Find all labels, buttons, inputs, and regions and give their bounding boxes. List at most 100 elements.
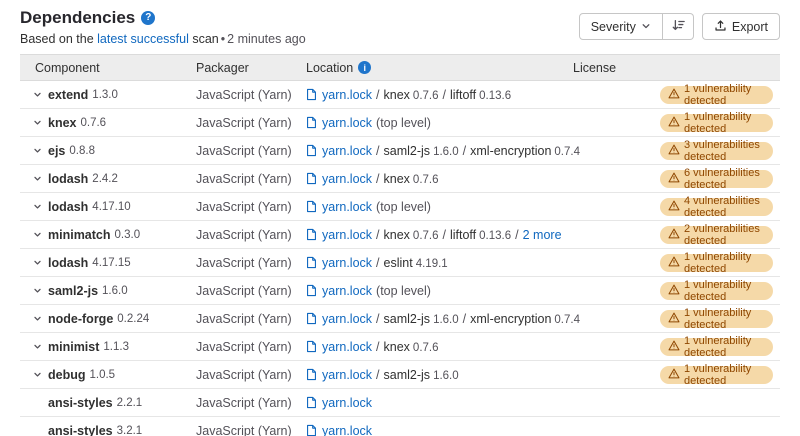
- packager-cell: JavaScript (Yarn): [196, 256, 306, 270]
- column-header-component[interactable]: Component: [20, 61, 196, 75]
- badge-cell: 1 vulnerability detected: [660, 310, 780, 328]
- path-dependency-name: knex: [384, 228, 410, 242]
- table-row: lodash 4.17.10 JavaScript (Yarn) yarn.lo…: [20, 193, 780, 221]
- location-file-link[interactable]: yarn.lock: [322, 312, 372, 326]
- chevron-down-icon[interactable]: [33, 314, 42, 323]
- vulnerability-badge[interactable]: 1 vulnerability detected: [660, 366, 773, 384]
- warning-triangle-icon: [668, 144, 680, 158]
- more-locations-link[interactable]: 2 more: [523, 228, 562, 242]
- path-dependency-name: knex: [384, 172, 410, 186]
- path-separator: /: [376, 312, 379, 326]
- packager-cell: JavaScript (Yarn): [196, 228, 306, 242]
- location-file-link[interactable]: yarn.lock: [322, 340, 372, 354]
- packager-cell: JavaScript (Yarn): [196, 200, 306, 214]
- file-icon: [306, 340, 317, 353]
- vulnerability-badge[interactable]: 1 vulnerability detected: [660, 86, 773, 104]
- packager-cell: JavaScript (Yarn): [196, 312, 306, 326]
- table-row: lodash 2.4.2 JavaScript (Yarn) yarn.lock…: [20, 165, 780, 193]
- location-file-link[interactable]: yarn.lock: [322, 144, 372, 158]
- component-cell: ansi-styles 3.2.1: [20, 424, 196, 436]
- location-file-link[interactable]: yarn.lock: [322, 424, 372, 436]
- badge-cell: 1 vulnerability detected: [660, 338, 780, 356]
- component-cell: ejs 0.8.8: [20, 144, 196, 158]
- warning-triangle-icon: [668, 172, 680, 186]
- scan-subtitle: Based on the latest successful scan•2 mi…: [20, 31, 306, 47]
- location-file-link[interactable]: yarn.lock: [322, 256, 372, 270]
- chevron-down-icon[interactable]: [33, 230, 42, 239]
- vulnerability-badge[interactable]: 4 vulnerabilities detected: [660, 198, 773, 216]
- component-cell: ansi-styles 2.2.1: [20, 396, 196, 410]
- location-cell: yarn.lock /eslint4.19.1: [306, 256, 573, 270]
- location-cell: yarn.lock /saml2-js1.6.0/xml-encryption0…: [306, 312, 573, 326]
- component-name: ansi-styles: [48, 424, 113, 436]
- component-name: saml2-js: [48, 284, 98, 298]
- file-icon: [306, 200, 317, 213]
- location-file-link[interactable]: yarn.lock: [322, 228, 372, 242]
- path-separator: /: [443, 228, 446, 242]
- vulnerability-badge-label: 4 vulnerabilities detected: [684, 195, 765, 219]
- path-dependency-version: 4.19.1: [416, 258, 448, 270]
- page-title: Dependencies: [20, 8, 135, 28]
- path-separator: /: [376, 228, 379, 242]
- vulnerability-badge[interactable]: 1 vulnerability detected: [660, 282, 773, 300]
- chevron-down-icon[interactable]: [33, 202, 42, 211]
- vulnerability-badge[interactable]: 2 vulnerabilities detected: [660, 226, 773, 244]
- path-dependency-version: 1.6.0: [433, 370, 459, 382]
- component-version: 4.17.10: [92, 201, 130, 213]
- sort-descending-icon: [671, 18, 685, 35]
- location-file-link[interactable]: yarn.lock: [322, 368, 372, 382]
- chevron-down-icon[interactable]: [33, 90, 42, 99]
- subtitle-separator: •: [221, 32, 225, 46]
- chevron-down-icon[interactable]: [33, 342, 42, 351]
- vulnerability-badge[interactable]: 6 vulnerabilities detected: [660, 170, 773, 188]
- severity-dropdown[interactable]: Severity: [579, 13, 663, 40]
- latest-scan-link[interactable]: latest successful: [97, 32, 189, 46]
- page-header: Dependencies ? Based on the latest succe…: [20, 8, 780, 47]
- location-file-link[interactable]: yarn.lock: [322, 88, 372, 102]
- path-dependency-version: 0.7.4: [554, 314, 580, 326]
- dependency-path: /knex0.7.6: [372, 340, 438, 354]
- vulnerability-badge[interactable]: 1 vulnerability detected: [660, 338, 773, 356]
- warning-triangle-icon: [668, 340, 680, 354]
- vulnerability-badge-label: 1 vulnerability detected: [684, 363, 765, 387]
- chevron-down-icon[interactable]: [33, 118, 42, 127]
- vulnerability-badge[interactable]: 1 vulnerability detected: [660, 254, 773, 272]
- location-cell: yarn.lock /knex0.7.6: [306, 340, 573, 354]
- vulnerability-badge[interactable]: 1 vulnerability detected: [660, 310, 773, 328]
- info-icon[interactable]: i: [358, 61, 371, 74]
- location-file-link[interactable]: yarn.lock: [322, 116, 372, 130]
- component-cell: extend 1.3.0: [20, 88, 196, 102]
- dependency-path: /saml2-js1.6.0: [372, 368, 459, 382]
- location-file-link[interactable]: yarn.lock: [322, 172, 372, 186]
- location-cell: yarn.lock /knex0.7.6/liftoff0.13.6: [306, 88, 573, 102]
- path-dependency-name: knex: [384, 340, 410, 354]
- file-icon: [306, 284, 317, 297]
- packager-cell: JavaScript (Yarn): [196, 424, 306, 436]
- location-file-link[interactable]: yarn.lock: [322, 396, 372, 410]
- path-dependency-version: 0.7.4: [554, 146, 580, 158]
- dependency-path: /knex0.7.6/liftoff0.13.6/2 more: [372, 228, 562, 242]
- vulnerability-badge[interactable]: 1 vulnerability detected: [660, 114, 773, 132]
- top-level-label: (top level): [376, 116, 431, 130]
- column-header-license[interactable]: License: [573, 61, 660, 75]
- component-version: 2.2.1: [117, 397, 143, 409]
- help-icon[interactable]: ?: [141, 11, 155, 25]
- packager-cell: JavaScript (Yarn): [196, 396, 306, 410]
- chevron-down-icon[interactable]: [33, 286, 42, 295]
- subtitle-prefix: Based on the: [20, 32, 97, 46]
- chevron-down-icon[interactable]: [33, 370, 42, 379]
- component-cell: lodash 4.17.10: [20, 200, 196, 214]
- export-button[interactable]: Export: [702, 13, 780, 40]
- column-header-packager[interactable]: Packager: [196, 61, 306, 75]
- location-file-link[interactable]: yarn.lock: [322, 200, 372, 214]
- chevron-down-icon[interactable]: [33, 258, 42, 267]
- column-header-location[interactable]: Location i: [306, 61, 573, 75]
- sort-direction-button[interactable]: [663, 13, 694, 40]
- location-file-link[interactable]: yarn.lock: [322, 284, 372, 298]
- path-dependency-version: 0.7.6: [413, 174, 439, 186]
- dependencies-table: Component Packager Location i License ex…: [20, 54, 780, 436]
- location-cell: yarn.lock /knex0.7.6: [306, 172, 573, 186]
- vulnerability-badge[interactable]: 3 vulnerabilities detected: [660, 142, 773, 160]
- chevron-down-icon[interactable]: [33, 174, 42, 183]
- chevron-down-icon[interactable]: [33, 146, 42, 155]
